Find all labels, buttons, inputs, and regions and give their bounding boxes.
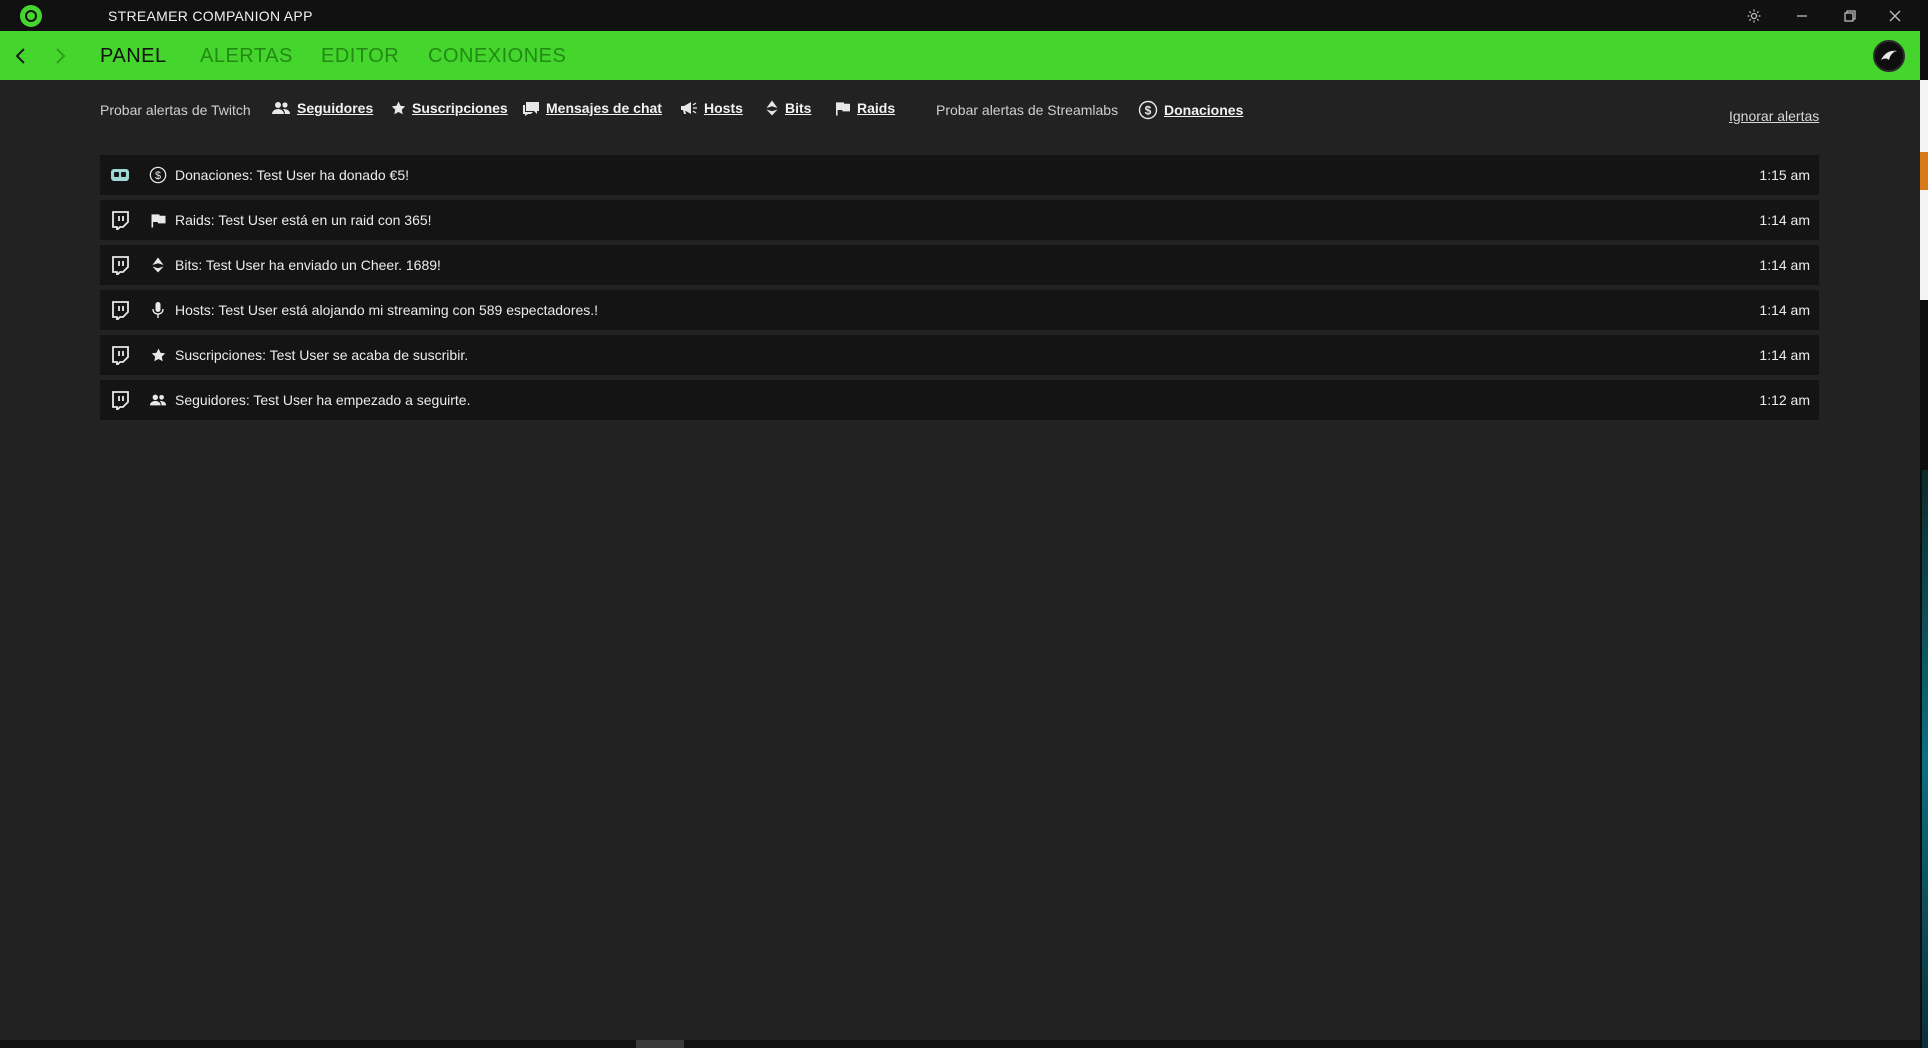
test-bits-link[interactable]: Bits (765, 100, 811, 116)
title-bar: STREAMER COMPANION APP (0, 0, 1920, 31)
alert-text: Raids: Test User está en un raid con 365… (175, 212, 432, 228)
tab-alertas[interactable]: ALERTAS (200, 45, 293, 68)
bits-icon (766, 100, 778, 116)
forward-arrow-icon[interactable] (49, 45, 71, 67)
avatar[interactable] (1873, 40, 1905, 72)
link-label: Hosts (704, 100, 743, 116)
tab-conexiones[interactable]: CONEXIONES (428, 45, 566, 68)
tab-editor[interactable]: EDITOR (321, 45, 399, 68)
alert-row[interactable]: $ Donaciones: Test User ha donado €5! 1:… (100, 155, 1819, 195)
back-arrow-icon[interactable] (10, 45, 32, 67)
link-label: Bits (785, 100, 812, 116)
alert-text: Seguidores: Test User ha empezado a segu… (175, 392, 471, 408)
microphone-icon (149, 301, 167, 319)
link-label: Mensajes de chat (546, 100, 662, 116)
svg-text:$: $ (1145, 104, 1152, 118)
twitch-icon (112, 211, 129, 230)
test-chat-link[interactable]: Mensajes de chat (522, 100, 662, 116)
tab-panel[interactable]: PANEL (100, 45, 167, 68)
test-donations-link[interactable]: $ Donaciones (1138, 100, 1243, 120)
streamlabs-test-label: Probar alertas de Streamlabs (936, 102, 1119, 118)
people-icon (272, 102, 290, 114)
link-label: Raids (857, 100, 896, 116)
alert-text: Suscripciones: Test User se acaba de sus… (175, 347, 469, 363)
background-window-edge (1920, 152, 1928, 190)
twitch-test-label: Probar alertas de Twitch (100, 102, 251, 118)
maximize-button[interactable] (1828, 0, 1872, 31)
alert-time: 1:12 am (1759, 392, 1810, 408)
alert-row[interactable]: Raids: Test User está en un raid con 365… (100, 200, 1819, 240)
megaphone-icon (681, 102, 697, 114)
horizontal-scrollbar-thumb[interactable] (636, 1040, 684, 1048)
alert-time: 1:14 am (1759, 212, 1810, 228)
alert-row[interactable]: Seguidores: Test User ha empezado a segu… (100, 380, 1819, 420)
test-followers-link[interactable]: Seguidores (271, 100, 373, 116)
flag-icon (149, 211, 167, 229)
background-window-edge (1922, 470, 1928, 1048)
alert-text: Bits: Test User ha enviado un Cheer. 168… (175, 257, 441, 273)
alert-text: Hosts: Test User está alojando mi stream… (175, 302, 599, 318)
alert-row[interactable]: Bits: Test User ha enviado un Cheer. 168… (100, 245, 1819, 285)
alert-time: 1:14 am (1759, 257, 1810, 273)
test-subscriptions-link[interactable]: Suscripciones (391, 100, 508, 116)
nav-bar: PANEL ALERTAS EDITOR CONEXIONES (0, 31, 1920, 80)
twitch-icon (112, 301, 129, 320)
alert-row[interactable]: Suscripciones: Test User se acaba de sus… (100, 335, 1819, 375)
test-hosts-link[interactable]: Hosts (680, 100, 743, 116)
app-title: STREAMER COMPANION APP (108, 8, 313, 24)
twitch-icon (112, 346, 129, 365)
minimize-button[interactable] (1780, 0, 1824, 31)
test-raids-link[interactable]: Raids (835, 100, 895, 116)
bottom-bar (0, 1040, 1920, 1048)
people-icon (149, 391, 167, 409)
svg-text:$: $ (155, 170, 161, 182)
alert-list: $ Donaciones: Test User ha donado €5! 1:… (100, 155, 1819, 425)
bits-icon (149, 256, 167, 274)
link-label: Seguidores (297, 100, 374, 116)
settings-gear-icon[interactable] (1732, 0, 1776, 31)
background-window-edge (1920, 80, 1928, 300)
ignore-alerts-link[interactable]: Ignorar alertas (1729, 108, 1819, 124)
test-alerts-toolbar: Probar alertas de Twitch Seguidores Susc… (100, 98, 1820, 122)
star-icon (149, 346, 167, 364)
alert-time: 1:15 am (1759, 167, 1810, 183)
dollar-icon: $ (1138, 100, 1158, 120)
dollar-icon: $ (149, 166, 167, 184)
star-icon (391, 101, 406, 115)
flag-icon (836, 101, 850, 115)
alert-row[interactable]: Hosts: Test User está alojando mi stream… (100, 290, 1819, 330)
alert-text: Donaciones: Test User ha donado €5! (175, 167, 410, 183)
link-label: Suscripciones (412, 100, 508, 116)
twitch-icon (112, 256, 129, 275)
twitch-icon (112, 391, 129, 410)
alert-time: 1:14 am (1759, 347, 1810, 363)
app-logo-icon (20, 5, 42, 27)
link-label: Donaciones (1164, 102, 1244, 118)
alert-time: 1:14 am (1759, 302, 1810, 318)
chat-bubble-icon (523, 101, 539, 116)
streamlabs-icon (111, 169, 129, 181)
close-button[interactable] (1873, 0, 1917, 31)
